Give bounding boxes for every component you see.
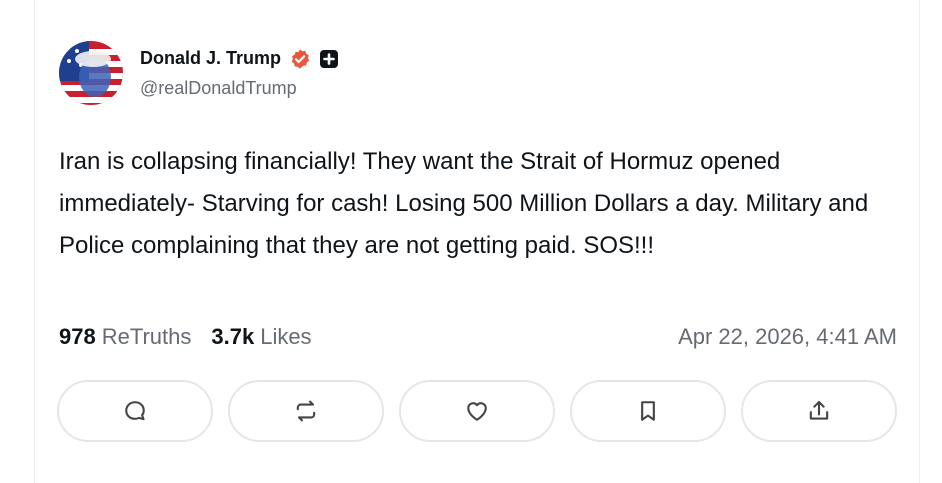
plus-square-icon bbox=[319, 49, 339, 69]
action-bar bbox=[57, 380, 897, 442]
verified-badge-icon bbox=[289, 48, 311, 70]
author-info: Donald J. Trump @realDonaldTrump bbox=[140, 48, 339, 99]
bookmark-icon bbox=[641, 401, 655, 421]
avatar[interactable] bbox=[59, 41, 123, 105]
post-timestamp[interactable]: Apr 22, 2026, 4:41 AM bbox=[678, 324, 897, 350]
retruths-label[interactable]: ReTruths bbox=[102, 324, 192, 350]
post-stats: 978 ReTruths 3.7k Likes Apr 22, 2026, 4:… bbox=[59, 324, 897, 350]
likes-label[interactable]: Likes bbox=[260, 324, 311, 350]
heart-icon bbox=[467, 402, 487, 421]
share-icon bbox=[809, 400, 829, 420]
reply-button[interactable] bbox=[57, 380, 213, 442]
likes-count[interactable]: 3.7k bbox=[211, 324, 254, 350]
avatar-image bbox=[59, 41, 123, 105]
post-header: Donald J. Trump @realDonaldTrump bbox=[59, 40, 339, 106]
retruth-button[interactable] bbox=[228, 380, 384, 442]
bookmark-button[interactable] bbox=[570, 380, 726, 442]
share-button[interactable] bbox=[741, 380, 897, 442]
like-button[interactable] bbox=[399, 380, 555, 442]
author-name-row: Donald J. Trump bbox=[140, 48, 339, 70]
post-text: Iran is collapsing financially! They wan… bbox=[59, 148, 869, 259]
post-card: Donald J. Trump @realDonaldTrump Iran is… bbox=[34, 0, 920, 483]
author-handle[interactable]: @realDonaldTrump bbox=[140, 78, 339, 99]
comment-icon bbox=[125, 401, 145, 421]
repost-icon bbox=[296, 400, 316, 422]
retruths-count[interactable]: 978 bbox=[59, 324, 96, 350]
author-name[interactable]: Donald J. Trump bbox=[140, 48, 281, 69]
